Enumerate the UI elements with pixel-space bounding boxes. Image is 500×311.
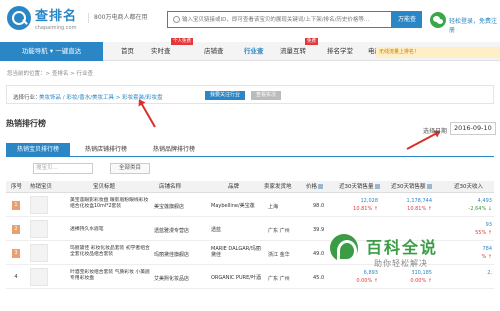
login-register-link[interactable]: 轻松登录，免费注册	[449, 16, 500, 34]
search-input[interactable]	[182, 12, 392, 27]
seller-location: 广东 广州	[268, 276, 290, 282]
follow-industry-button[interactable]: 我要关注行业	[205, 91, 245, 100]
search-box	[167, 11, 392, 28]
item-price: 98.0	[313, 203, 325, 209]
income-value: 93	[485, 222, 492, 228]
col-brand: 品牌	[228, 184, 240, 190]
rank-tabs: 热销宝贝排行榜 热销店铺排行榜 热销品牌排行榜	[6, 143, 494, 157]
income-change: -2.64% ↓	[468, 206, 492, 212]
table-row[interactable]: 1 美宝莲眼影彩妆盘 眼影眉粉眼线彩妆 组合化妆盒10ml*2套装 美宝莲旗舰店…	[6, 194, 494, 217]
income-value: 4,493	[477, 198, 492, 204]
table-header: 序号 热销宝贝 宝贝标题 店铺名称 品牌 卖家发货地 价格 近30天销售量 近3…	[6, 181, 494, 193]
col-item: 热销宝贝	[30, 184, 53, 190]
function-nav-button[interactable]: 功能导航 ▾ 一键直达	[0, 42, 103, 61]
tab-hot-shops[interactable]: 热销店铺排行榜	[74, 143, 138, 157]
col-title: 宝贝标题	[93, 184, 116, 190]
sales-amount: 1,178,744	[406, 198, 432, 204]
col-amount-label: 近30天销售额	[391, 184, 426, 190]
brand-name: Maybelline/美宝莲	[211, 203, 255, 209]
item-thumbnail[interactable]	[30, 244, 48, 262]
promo-banner[interactable]: 无线流量上排名！	[376, 47, 500, 58]
rank-number: 4	[14, 274, 18, 280]
col-amount[interactable]: 近30天销售额	[391, 181, 432, 193]
nav-item-realtime[interactable]: 实时查	[151, 42, 171, 61]
nav-badge-free: 免费	[305, 38, 318, 45]
item-price: 49.0	[313, 251, 325, 257]
col-sales[interactable]: 近30天销售量	[339, 181, 380, 193]
col-location: 卖家发货地	[264, 184, 292, 190]
baike-logo-icon	[330, 234, 358, 262]
breadcrumb: 您当前的位置：> 查排名 > 行业查	[7, 71, 93, 77]
main-nav: 功能导航 ▾ 一键直达 首页 实时查 个人免费 店铺查 行业查 流量互转 免费 …	[0, 38, 500, 61]
filter-row: 搜宝贝... 全部类目	[6, 162, 494, 175]
item-title[interactable]: 叶酒宝彩妆组合套装 气质彩妆 小美眉专用彩妆盘	[70, 270, 150, 282]
item-title[interactable]: 美宝莲眼影彩妆盘 眼影眉粉眼线彩妆 组合化妆盒10ml*2套装	[70, 198, 150, 210]
col-income-label: 近30天收入	[454, 184, 483, 190]
wechat-icon[interactable]	[430, 12, 446, 28]
shop-name[interactable]: 透蓝雅漫专营店	[154, 227, 189, 234]
site-logo-subtext: chapaiming.com	[35, 25, 77, 31]
amount-change: 10.81% ↑	[407, 206, 432, 212]
rank-number: 1	[12, 201, 20, 210]
annotation-arrow-industry	[139, 100, 156, 128]
item-thumbnail[interactable]	[30, 268, 48, 286]
col-income[interactable]: 近30天收入	[454, 181, 483, 193]
col-sales-label: 近30天销售量	[339, 184, 374, 190]
hot-rank-title: 热销排行榜	[6, 119, 46, 128]
watermark-subtitle: 助你轻松解决	[374, 259, 428, 268]
watermark: 百科全说 助你轻松解决	[330, 232, 500, 282]
rank-number: 2	[12, 225, 20, 234]
industry-selector: 选择行业： 美妆饰品 / 彩妆/香水/美妆工具 > 彩妆套装/彩妆盘 我要关注行…	[6, 85, 494, 104]
seller-location: 广东 广州	[268, 228, 290, 234]
view-status-button[interactable]: 查看实况	[251, 91, 281, 100]
search-icon	[173, 16, 180, 23]
nav-item-traffic[interactable]: 流量互转	[280, 42, 306, 61]
sort-icon[interactable]	[374, 184, 380, 189]
tab-hot-brands[interactable]: 热销品牌排行榜	[142, 143, 206, 157]
date-label: 选择日期	[423, 128, 448, 135]
shop-name[interactable]: 玛丽黛佳旗舰店	[154, 251, 189, 258]
nav-item-industry[interactable]: 行业查	[244, 42, 264, 61]
item-search-input[interactable]: 搜宝贝...	[33, 163, 93, 174]
brand-name: MARIE DALGAR/玛丽黛佳	[211, 246, 261, 258]
col-no: 序号	[11, 184, 23, 190]
industry-label: 选择行业：	[13, 95, 41, 101]
sales-count: 12,028	[360, 198, 379, 204]
item-thumbnail[interactable]	[30, 220, 48, 238]
date-picker[interactable]: 2016-09-10	[450, 122, 496, 135]
nav-badge-free-personal: 个人免费	[171, 38, 193, 45]
sort-icon[interactable]	[318, 184, 324, 189]
shop-name[interactable]: 美宝莲旗舰店	[154, 203, 184, 210]
rank-number: 3	[12, 249, 20, 258]
col-price[interactable]: 价格	[306, 181, 324, 193]
nav-item-shop[interactable]: 店铺查	[204, 42, 224, 61]
site-header: 查排名 chapaiming.com 800万电商人都在用 万能查 轻松登录，免…	[0, 0, 500, 42]
seller-location: 上海	[268, 204, 279, 210]
col-price-label: 价格	[306, 184, 318, 190]
item-title[interactable]: 透裸持久水眉笔	[70, 227, 150, 233]
tab-hot-items[interactable]: 热销宝贝排行榜	[6, 143, 70, 157]
col-shop: 店铺名称	[159, 184, 182, 190]
brand-name: ORGANIC PURE/叶酒	[211, 275, 261, 281]
site-slogan: 800万电商人都在用	[88, 13, 147, 23]
item-title[interactable]: 玛丽黛佳 彩妆化妆品套装 初学者组合 全套化妆品组合套装	[70, 246, 150, 258]
shop-name[interactable]: 艾美熙化妆品店	[154, 275, 189, 282]
search-button[interactable]: 万能查	[392, 11, 422, 28]
item-price: 39.9	[313, 227, 325, 233]
search-logo-icon[interactable]	[7, 6, 31, 30]
site-logo-text[interactable]: 查排名	[35, 5, 77, 24]
nav-item-school[interactable]: 排名学堂	[327, 42, 353, 61]
sort-icon[interactable]	[426, 184, 432, 189]
nav-item-home[interactable]: 首页	[121, 42, 134, 61]
watermark-title: 百科全说	[366, 238, 439, 257]
all-categories-dropdown[interactable]: 全部类目	[110, 163, 150, 174]
brand-name: 透蓝	[211, 227, 222, 233]
item-thumbnail[interactable]	[30, 196, 48, 214]
sales-change: 10.81% ↑	[353, 206, 378, 212]
item-price: 45.0	[313, 275, 325, 281]
seller-location: 浙江 金华	[268, 252, 290, 258]
